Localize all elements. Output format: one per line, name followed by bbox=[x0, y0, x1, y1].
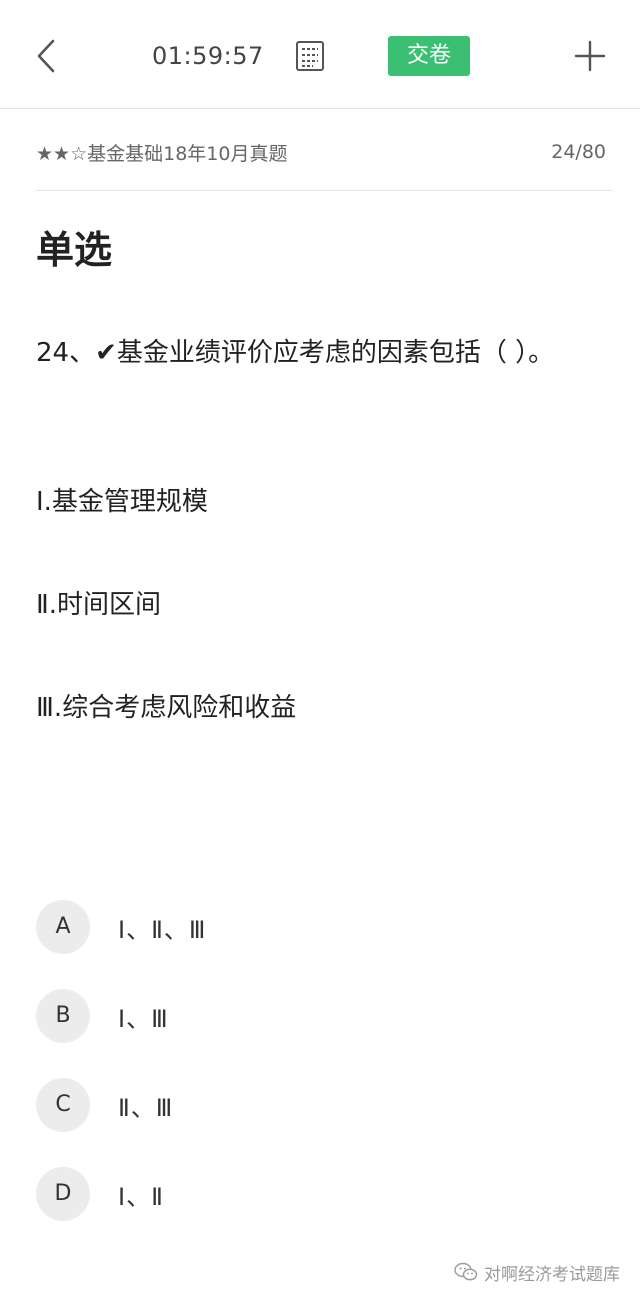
question-type-label: 单选 bbox=[36, 228, 113, 272]
paper-title: ★★☆基金基础18年10月真题 bbox=[36, 142, 288, 165]
option-text: Ⅰ、Ⅲ bbox=[118, 1004, 169, 1033]
top-toolbar: 01:59:57 交卷 bbox=[0, 0, 640, 109]
watermark: 对啊经济考试题库 bbox=[454, 1258, 620, 1286]
paper-info-bar: ★★☆基金基础18年10月真题 24/80 bbox=[36, 130, 606, 174]
add-button[interactable] bbox=[568, 34, 612, 78]
statement-item: Ⅰ.基金管理规模 bbox=[36, 487, 208, 517]
watermark-text: 对啊经济考试题库 bbox=[484, 1264, 620, 1285]
statement-item: Ⅱ.时间区间 bbox=[36, 590, 162, 620]
option-letter-badge: B bbox=[36, 989, 90, 1043]
option-a[interactable]: A Ⅰ、Ⅱ、Ⅲ bbox=[36, 900, 596, 954]
countdown-timer: 01:59:57 bbox=[152, 42, 264, 70]
submit-exam-button[interactable]: 交卷 bbox=[388, 36, 470, 76]
option-letter-badge: A bbox=[36, 900, 90, 954]
exam-page: 01:59:57 交卷 ★★☆基金基础18年10月真题 24/80 单选 24、… bbox=[0, 0, 640, 1300]
option-text: Ⅱ、Ⅲ bbox=[118, 1093, 174, 1122]
wechat-icon bbox=[454, 1262, 478, 1281]
divider bbox=[36, 190, 612, 191]
question-text: 24、✔基金业绩评价应考虑的因素包括（ ）。 bbox=[36, 338, 555, 368]
question-progress: 24/80 bbox=[551, 141, 606, 163]
option-letter-badge: C bbox=[36, 1078, 90, 1132]
answer-sheet-icon bbox=[296, 41, 324, 71]
option-b[interactable]: B Ⅰ、Ⅲ bbox=[36, 989, 596, 1043]
plus-icon bbox=[574, 40, 606, 72]
option-d[interactable]: D Ⅰ、Ⅱ bbox=[36, 1167, 596, 1221]
back-button[interactable] bbox=[26, 34, 66, 78]
option-letter-badge: D bbox=[36, 1167, 90, 1221]
statement-item: Ⅲ.综合考虑风险和收益 bbox=[36, 693, 297, 723]
chevron-left-icon bbox=[37, 39, 55, 73]
option-c[interactable]: C Ⅱ、Ⅲ bbox=[36, 1078, 596, 1132]
option-text: Ⅰ、Ⅱ bbox=[118, 1182, 164, 1211]
option-text: Ⅰ、Ⅱ、Ⅲ bbox=[118, 915, 207, 944]
answer-sheet-button[interactable] bbox=[292, 38, 328, 74]
